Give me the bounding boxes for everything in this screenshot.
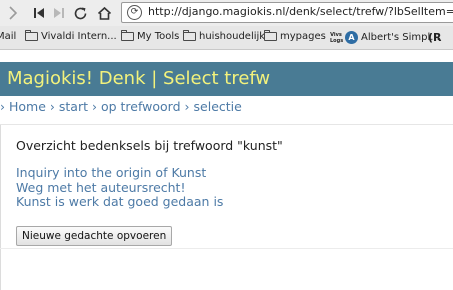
result-link[interactable]: Kunst is werk dat goed gedaan is xyxy=(16,194,223,210)
skip-first-icon[interactable] xyxy=(32,3,46,23)
overview-heading: Overzicht bedenksels bij trefwoord "kuns… xyxy=(16,138,283,153)
breadcrumb-separator: › xyxy=(49,99,55,114)
content-border xyxy=(0,125,1,290)
breadcrumb-separator: › xyxy=(0,99,5,114)
url-bar[interactable]: ⟳ http://django.magiokis.nl/denk/select/… xyxy=(121,2,453,23)
site-info-icon[interactable]: ⟳ xyxy=(127,5,142,20)
bookmark-label: Mail xyxy=(0,31,17,42)
page-header: Magiokis! Denk | Select trefw xyxy=(0,62,453,96)
page-title: Magiokis! Denk | Select trefw xyxy=(7,68,271,89)
bookmark-my-tools[interactable]: My Tools xyxy=(121,30,180,42)
bookmark-mail[interactable]: Mail xyxy=(0,31,16,42)
folder-icon xyxy=(121,30,134,41)
bookmark-label: Vivaldi Intern... xyxy=(41,31,117,42)
result-link[interactable]: Inquiry into the origin of Kunst xyxy=(16,165,223,181)
bookmarks-bar: Mail Vivaldi Intern... My Tools huishoud… xyxy=(0,26,453,50)
skip-last-icon[interactable] xyxy=(52,3,66,23)
chevron-right-icon[interactable] xyxy=(6,3,20,23)
result-link[interactable]: Weg met het auteursrecht! xyxy=(16,180,223,196)
breadcrumb-home[interactable]: Home xyxy=(9,99,46,114)
albert-icon: A xyxy=(345,31,358,44)
folder-icon xyxy=(183,30,196,41)
divider xyxy=(0,248,453,249)
results-list: Inquiry into the origin of Kunst Weg met… xyxy=(16,165,223,210)
reload-icon[interactable] xyxy=(72,3,88,23)
url-text[interactable]: http://django.magiokis.nl/denk/select/tr… xyxy=(148,5,453,18)
vivaldi-logo-icon: Vivs Logs xyxy=(330,31,344,44)
breadcrumb-start[interactable]: start xyxy=(59,99,88,114)
breadcrumb-separator: › xyxy=(184,99,190,114)
bookmark-huishoudelijk[interactable]: huishoudelijk xyxy=(183,30,266,42)
folder-icon xyxy=(264,30,277,41)
bookmark-alberts-simpl[interactable]: Vivs Logs A Albert's Simpl... xyxy=(330,31,440,44)
bookmark-mypages[interactable]: mypages xyxy=(264,30,326,42)
home-icon[interactable] xyxy=(96,3,112,23)
breadcrumb-selectie[interactable]: selectie xyxy=(194,99,242,114)
new-thought-button[interactable]: Nieuwe gedachte opvoeren xyxy=(16,226,173,246)
breadcrumb-op-trefwoord[interactable]: op trefwoord xyxy=(101,99,181,114)
bookmark-label: My Tools xyxy=(137,31,180,42)
bookmark-label: (R xyxy=(428,31,442,44)
folder-icon xyxy=(25,30,38,41)
divider xyxy=(0,124,453,125)
bookmark-label: huishoudelijk xyxy=(199,31,266,42)
breadcrumb-separator: › xyxy=(91,99,97,114)
bookmark-vivaldi-intern[interactable]: Vivaldi Intern... xyxy=(25,30,117,42)
breadcrumb: › Home › start › op trefwoord › selectie xyxy=(0,99,242,114)
browser-toolbar: ⟳ http://django.magiokis.nl/denk/select/… xyxy=(0,0,453,26)
bookmark-r[interactable]: (R xyxy=(428,31,442,44)
bookmark-label: mypages xyxy=(280,31,326,42)
